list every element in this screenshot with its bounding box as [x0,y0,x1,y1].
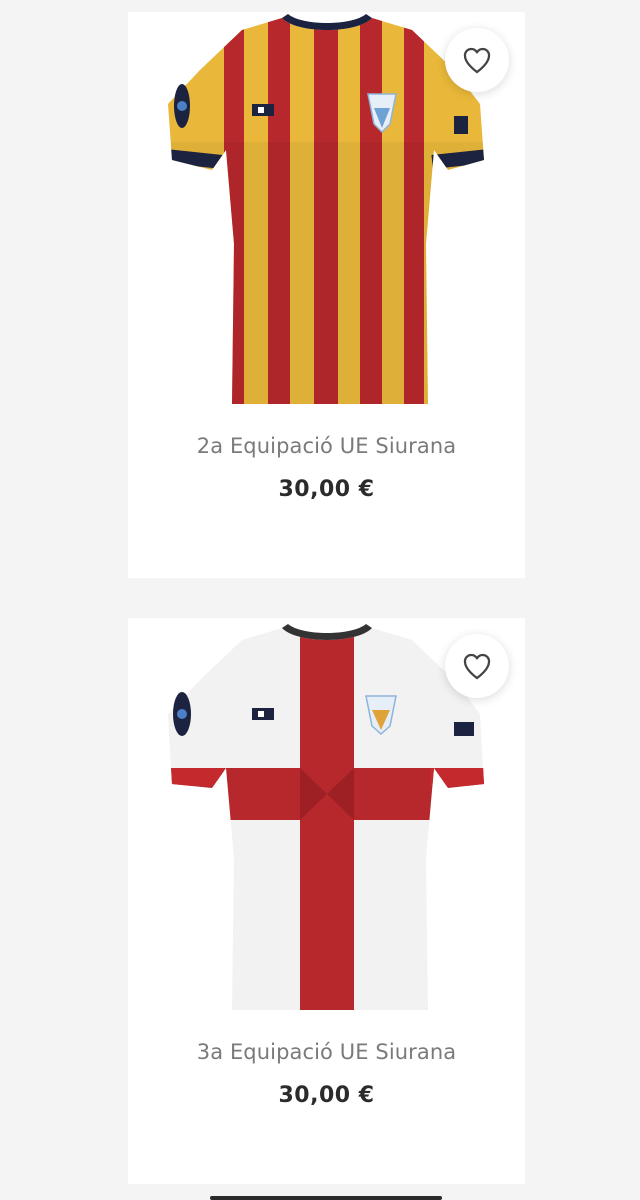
product-card[interactable]: 2a Equipació UE Siurana 30,00 € [128,12,525,578]
product-image-white-red-cross-jersey[interactable] [162,618,492,1018]
product-name[interactable]: 3a Equipació UE Siurana [128,1040,525,1064]
home-indicator [210,1196,442,1200]
product-price: 30,00 € [278,1083,375,1108]
product-price: 30,00 € [278,477,375,502]
wishlist-button[interactable] [445,634,509,698]
product-card[interactable]: 3a Equipació UE Siurana 30,00 € [128,618,525,1184]
product-image-yellow-red-jersey[interactable] [162,12,492,412]
heart-outline-icon [460,43,494,77]
heart-outline-icon [460,649,494,683]
product-listing: 2a Equipació UE Siurana 30,00 € 3a Equip… [0,0,640,1200]
wishlist-button[interactable] [445,28,509,92]
product-name[interactable]: 2a Equipació UE Siurana [128,434,525,458]
